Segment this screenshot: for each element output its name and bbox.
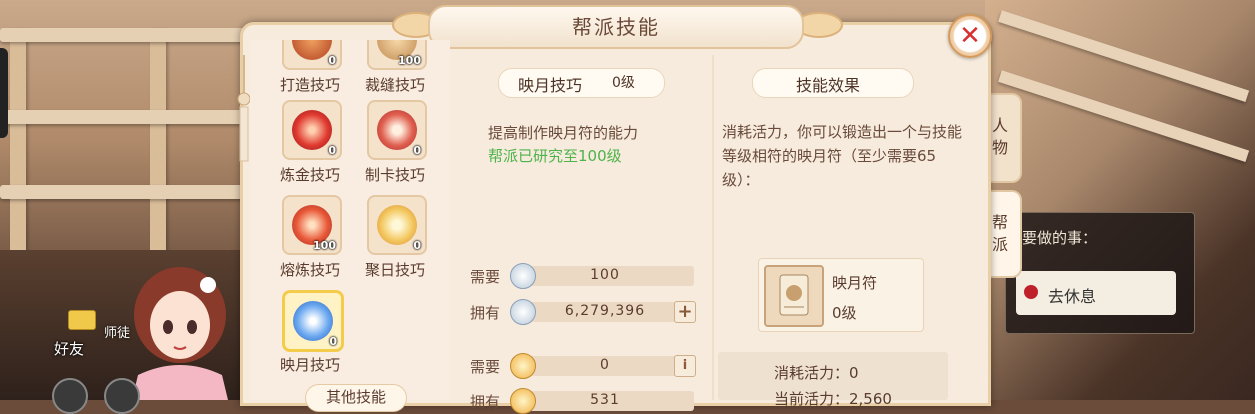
skill-count: 0	[413, 239, 421, 252]
vitality-consume: 消耗活力：0	[774, 364, 859, 382]
wooden-rail	[0, 185, 250, 199]
skill-name: 打造技巧	[279, 76, 340, 94]
skill-description: 提高制作映月符的能力	[488, 124, 639, 142]
skill-icon-frame: 0	[367, 100, 427, 160]
owned-gold-row: 拥有 531	[470, 388, 700, 414]
skill-icon-frame: 0	[367, 195, 427, 255]
dialog-title-bar: 帮派技能	[428, 5, 804, 49]
required-silver-row: 需要 100	[470, 263, 700, 289]
skill-item-tailoring[interactable]: 100 裁缝技巧	[355, 40, 435, 106]
required-label: 需要	[470, 268, 501, 286]
tab-person-label: 人物	[991, 116, 1008, 157]
skill-name: 制卡技巧	[364, 166, 425, 184]
owned-label: 拥有	[470, 304, 501, 322]
friends-button[interactable]: 好友	[46, 310, 106, 368]
skill-icon-frame: 0	[282, 290, 344, 352]
skill-count: 100	[313, 239, 336, 252]
wooden-rail	[0, 28, 250, 42]
forging-icon	[292, 40, 332, 60]
character-portrait[interactable]	[118, 255, 243, 400]
skill-item-sun-gathering[interactable]: 0 聚日技巧	[355, 195, 435, 291]
side-panel-handle[interactable]	[0, 48, 8, 138]
research-status: 帮派已研究至100级	[488, 147, 622, 165]
effect-title: 技能效果	[796, 76, 861, 95]
sun-gathering-icon	[377, 205, 417, 245]
alchemy-icon	[292, 110, 332, 150]
mail-icon	[68, 310, 96, 330]
todo-item[interactable]: 去休息	[1016, 271, 1176, 315]
skill-list: 0 打造技巧 100 裁缝技巧 0 炼金技巧 0 制卡技巧 100 熔炼技巧 0…	[250, 40, 450, 400]
skill-name: 聚日技巧	[364, 261, 425, 279]
card-making-icon	[377, 110, 417, 150]
skill-icon-frame: 100	[367, 40, 427, 70]
owned-value: 6,279,396	[564, 303, 646, 319]
other-skills-button[interactable]: 其他技能	[305, 384, 407, 412]
skill-item-alchemy[interactable]: 0 炼金技巧	[270, 100, 350, 196]
dialog-title: 帮派技能	[572, 15, 660, 39]
skill-count: 0	[413, 144, 421, 157]
close-icon: ✕	[959, 21, 981, 51]
close-button[interactable]: ✕	[948, 14, 992, 58]
master-apprentice-button[interactable]: 师徒	[104, 322, 130, 341]
effect-description: 消耗活力，你可以锻造出一个与技能等级相符的映月符（至少需要65级）：	[722, 123, 963, 189]
required-value: 0	[600, 357, 610, 373]
wooden-post	[10, 30, 26, 260]
skill-item-forging[interactable]: 0 打造技巧	[270, 40, 350, 106]
skill-name: 映月技巧	[279, 356, 340, 374]
add-silver-button[interactable]: +	[674, 301, 696, 323]
skill-name: 熔炼技巧	[279, 261, 340, 279]
todo-title: 要做的事：	[1022, 229, 1098, 247]
friends-label: 好友	[54, 340, 85, 358]
tab-guild-label: 帮派	[991, 213, 1008, 254]
skill-count: 100	[398, 54, 421, 67]
skill-name: 炼金技巧	[279, 166, 340, 184]
hud-circle-button[interactable]	[104, 378, 140, 414]
owned-silver-row: 拥有 6,279,396 +	[470, 299, 700, 325]
required-gold-row: 需要 0 i	[470, 353, 700, 379]
moon-reflection-icon	[293, 301, 333, 341]
vitality-current: 当前活力：2,560	[774, 390, 892, 408]
required-label: 需要	[470, 358, 501, 376]
skill-count: 0	[328, 144, 336, 157]
item-level: 0级	[832, 304, 857, 322]
wooden-rail	[0, 110, 250, 124]
scroll-icon	[764, 265, 824, 327]
skill-icon-frame: 100	[282, 195, 342, 255]
info-button[interactable]: i	[674, 355, 696, 377]
skill-name: 裁缝技巧	[364, 76, 425, 94]
skill-count: 0	[328, 54, 336, 67]
skill-item-smelting[interactable]: 100 熔炼技巧	[270, 195, 350, 291]
wooden-post	[150, 30, 166, 260]
todo-marker-icon	[1024, 285, 1038, 299]
skill-item-card-making[interactable]: 0 制卡技巧	[355, 100, 435, 196]
selected-skill-level: 0级	[612, 75, 635, 91]
owned-label: 拥有	[470, 393, 501, 411]
owned-value: 531	[590, 392, 620, 408]
skill-item-moon-reflection[interactable]: 0 映月技巧	[270, 290, 350, 386]
selected-skill-name: 映月技巧	[518, 76, 583, 95]
todo-item-label: 去休息	[1048, 287, 1097, 306]
skill-count: 0	[329, 335, 337, 348]
hud-circle-button[interactable]	[52, 378, 88, 414]
item-name: 映月符	[832, 274, 878, 292]
todo-panel: 要做的事： 去休息	[1005, 212, 1195, 334]
required-value: 100	[590, 267, 620, 283]
skill-icon-frame: 0	[282, 40, 342, 70]
effect-column	[712, 55, 969, 400]
skill-icon-frame: 0	[282, 100, 342, 160]
